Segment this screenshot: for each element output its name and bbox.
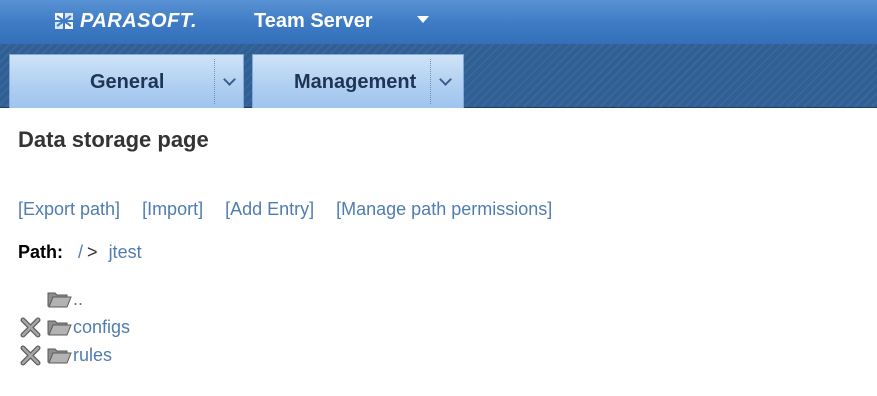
configs-folder-link[interactable]: configs bbox=[73, 317, 130, 338]
action-links: [Export path] [Import] [Add Entry] [Manage … bbox=[18, 199, 574, 220]
parent-folder-link[interactable]: .. bbox=[73, 289, 83, 310]
tab-divider bbox=[214, 59, 215, 104]
top-banner: PARASOFT. Team Server bbox=[0, 0, 877, 44]
path-label: Path: bbox=[18, 242, 63, 262]
tab-general-label: General bbox=[90, 71, 165, 93]
import-link[interactable]: [Import] bbox=[142, 199, 203, 219]
logo-text: PARASOFT. bbox=[80, 9, 198, 32]
breadcrumb-separator: > bbox=[87, 242, 98, 262]
add-entry-link[interactable]: [Add Entry] bbox=[225, 199, 314, 219]
open-folder-icon[interactable] bbox=[46, 289, 72, 310]
rules-folder-link[interactable]: rules bbox=[73, 345, 112, 366]
product-name[interactable]: Team Server bbox=[254, 10, 373, 33]
nav-bar: General Management bbox=[0, 44, 877, 108]
tab-management[interactable]: Management bbox=[252, 54, 464, 108]
open-folder-icon[interactable] bbox=[46, 317, 72, 338]
delete-icon[interactable] bbox=[20, 317, 41, 338]
chevron-down-icon[interactable] bbox=[223, 73, 236, 86]
parasoft-logo-icon bbox=[55, 13, 73, 29]
caret-down-icon[interactable] bbox=[417, 16, 429, 23]
parasoft-logo[interactable]: PARASOFT. bbox=[54, 8, 197, 34]
tab-management-label: Management bbox=[294, 71, 417, 93]
tab-general[interactable]: General bbox=[9, 54, 244, 108]
export-path-link[interactable]: [Export path] bbox=[18, 199, 120, 219]
delete-icon[interactable] bbox=[20, 345, 41, 366]
breadcrumb-jtest-link[interactable]: jtest bbox=[109, 242, 142, 262]
tab-divider bbox=[430, 59, 431, 104]
breadcrumb: Path: / > jtest bbox=[18, 242, 142, 263]
chevron-down-icon[interactable] bbox=[439, 73, 452, 86]
page-title: Data storage page bbox=[18, 127, 209, 152]
open-folder-icon[interactable] bbox=[46, 345, 72, 366]
breadcrumb-root-link[interactable]: / bbox=[78, 242, 83, 262]
manage-path-permissions-link[interactable]: [Manage path permissions] bbox=[336, 199, 552, 219]
